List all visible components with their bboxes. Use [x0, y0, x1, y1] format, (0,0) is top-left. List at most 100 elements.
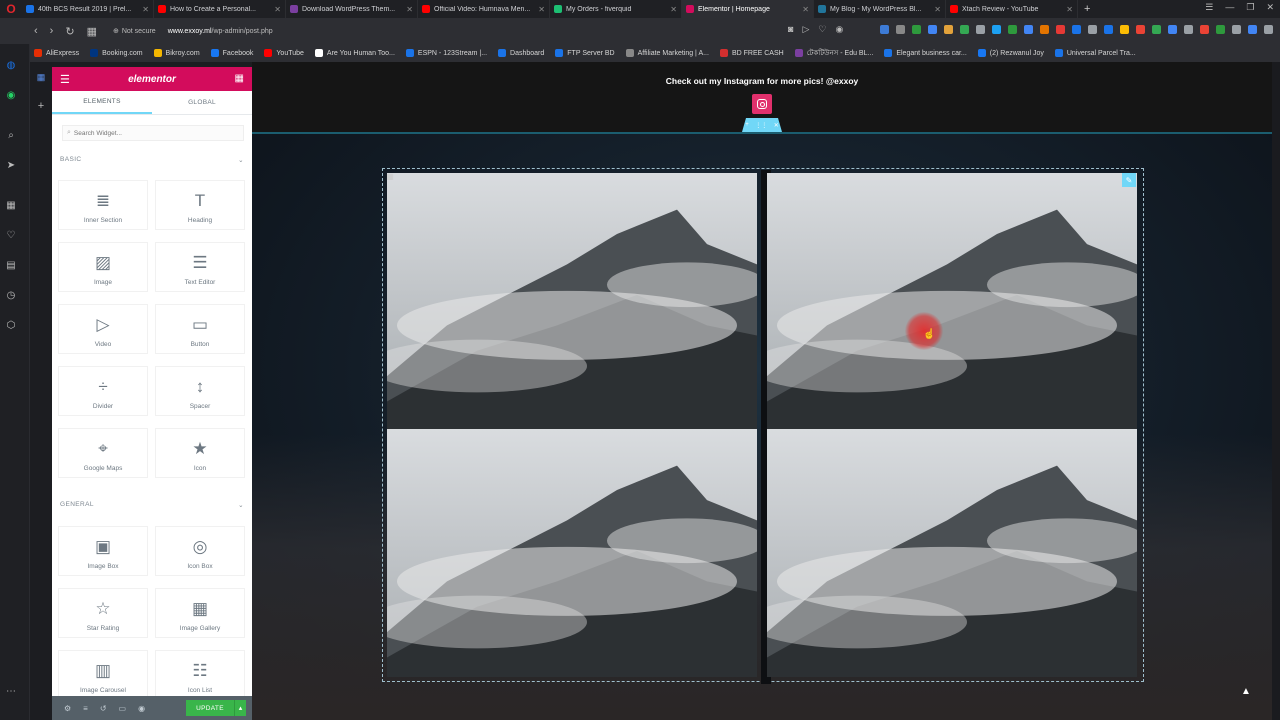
- add-section-icon[interactable]: +: [745, 122, 749, 128]
- browser-tab[interactable]: Elementor | Homepage ✕: [682, 0, 814, 18]
- delete-section-icon[interactable]: ✕: [774, 122, 779, 129]
- bookmark-item[interactable]: FTP Server BD: [555, 49, 615, 57]
- gallery-image[interactable]: [767, 173, 1137, 429]
- close-tab-icon[interactable]: ✕: [934, 5, 941, 14]
- tabs-grid-icon[interactable]: ▦: [87, 25, 97, 38]
- browser-tab[interactable]: Xtach Review - YouTube ✕: [946, 0, 1078, 18]
- gallery-widget[interactable]: [382, 168, 1144, 684]
- new-tab-button[interactable]: +: [1084, 3, 1090, 15]
- widget-image[interactable]: ▨ Image: [58, 242, 148, 292]
- widget-icon-box[interactable]: ◎ Icon Box: [155, 526, 245, 576]
- widgets-grid-icon[interactable]: ▦: [235, 73, 244, 84]
- extension-icon[interactable]: [1184, 25, 1193, 34]
- bookmark-item[interactable]: Dashboard: [498, 49, 544, 57]
- widget-heading[interactable]: T Heading: [155, 180, 245, 230]
- widget-button[interactable]: ▭ Button: [155, 304, 245, 354]
- send-icon[interactable]: ➤: [4, 158, 18, 172]
- browser-tab[interactable]: Official Video: Humnava Men... ✕: [418, 0, 550, 18]
- hamburger-menu-icon[interactable]: ☰: [60, 73, 70, 86]
- extension-icon[interactable]: [960, 25, 969, 34]
- reload-icon[interactable]: ↻: [65, 25, 74, 38]
- messenger-icon[interactable]: ◍: [4, 58, 18, 72]
- preview-eye-icon[interactable]: ◉: [138, 704, 145, 713]
- edit-widget-pencil-icon[interactable]: ✎: [1122, 173, 1136, 187]
- browser-tab[interactable]: 40th BCS Result 2019 | Prel... ✕: [22, 0, 154, 18]
- extension-icon[interactable]: [1040, 25, 1049, 34]
- back-icon[interactable]: ‹: [34, 25, 38, 38]
- gallery-image[interactable]: [387, 429, 757, 677]
- extension-icon[interactable]: [1008, 25, 1017, 34]
- close-tab-icon[interactable]: ✕: [538, 5, 545, 14]
- extension-icon[interactable]: [1200, 25, 1209, 34]
- update-options-icon[interactable]: ▴: [234, 700, 246, 716]
- widget-image-box[interactable]: ▣ Image Box: [58, 526, 148, 576]
- history-icon[interactable]: ↺: [100, 704, 107, 713]
- drag-section-icon[interactable]: ⋮⋮: [755, 122, 767, 129]
- category-general[interactable]: GENERAL ⌄: [60, 501, 244, 509]
- bookmark-item[interactable]: Bikroy.com: [153, 49, 200, 57]
- bookmark-item[interactable]: Booking.com: [90, 49, 143, 57]
- bookmark-item[interactable]: (2) Rezwanul Joy: [977, 49, 1044, 57]
- category-basic[interactable]: BASIC ⌄: [60, 156, 244, 164]
- bookmark-item[interactable]: Are You Human Too...: [314, 49, 395, 57]
- extension-icon[interactable]: [1056, 25, 1065, 34]
- bookmark-item[interactable]: Facebook: [210, 49, 253, 57]
- section-handle[interactable]: + ⋮⋮ ✕: [742, 118, 782, 132]
- url-field[interactable]: www.exxoy.ml/wp-admin/post.php: [168, 28, 273, 35]
- extension-icon[interactable]: [1152, 25, 1161, 34]
- close-tab-icon[interactable]: ✕: [142, 5, 149, 14]
- widget-star-rating[interactable]: ☆ Star Rating: [58, 588, 148, 638]
- widget-inner-section[interactable]: ≣ Inner Section: [58, 180, 148, 230]
- widget-icon-list[interactable]: ☷ Icon List: [155, 650, 245, 700]
- extension-icon[interactable]: [1120, 25, 1129, 34]
- bookmark-item[interactable]: ESPN - 123Stream |...: [405, 49, 487, 57]
- close-tab-icon[interactable]: ✕: [1066, 5, 1073, 14]
- extension-icon[interactable]: [1216, 25, 1225, 34]
- bookmark-item[interactable]: YouTube: [264, 49, 304, 57]
- widget-image-gallery[interactable]: ▦ Image Gallery: [155, 588, 245, 638]
- scroll-to-top-icon[interactable]: ▲: [1239, 684, 1253, 698]
- camera-icon[interactable]: ◙: [788, 24, 793, 35]
- widget-spacer[interactable]: ↕ Spacer: [155, 366, 245, 416]
- extension-icon[interactable]: [1168, 25, 1177, 34]
- tab-elements[interactable]: ELEMENTS: [52, 91, 152, 114]
- close-tab-icon[interactable]: ✕: [274, 5, 281, 14]
- history-icon[interactable]: ◷: [4, 288, 18, 302]
- widget-image-carousel[interactable]: ▥ Image Carousel: [58, 650, 148, 700]
- bookmark-item[interactable]: Universal Parcel Tra...: [1054, 49, 1136, 57]
- extension-icon[interactable]: [976, 25, 985, 34]
- settings-icon[interactable]: ⚙: [64, 704, 71, 713]
- admin-icon[interactable]: ▦: [30, 72, 52, 88]
- heart-icon[interactable]: ♡: [818, 24, 826, 35]
- widget-icon[interactable]: ★ Icon: [155, 428, 245, 478]
- widget-divider[interactable]: ÷ Divider: [58, 366, 148, 416]
- play-icon[interactable]: ▷: [802, 24, 809, 35]
- search-icon[interactable]: ⌕: [4, 128, 18, 142]
- browser-tab[interactable]: Download WordPress Them... ✕: [286, 0, 418, 18]
- apps-grid-icon[interactable]: ▦: [4, 198, 18, 212]
- forward-icon[interactable]: ›: [50, 25, 54, 38]
- close-icon[interactable]: ✕: [1266, 2, 1274, 13]
- close-tab-icon[interactable]: ✕: [406, 5, 413, 14]
- maximize-icon[interactable]: ❐: [1246, 2, 1254, 13]
- menu-icon[interactable]: ☰: [1205, 2, 1213, 13]
- extension-icon[interactable]: [1264, 25, 1273, 34]
- extension-icon[interactable]: [912, 25, 921, 34]
- close-tab-icon[interactable]: ✕: [670, 5, 677, 14]
- extension-icon[interactable]: [992, 25, 1001, 34]
- extension-icon[interactable]: [1072, 25, 1081, 34]
- add-icon[interactable]: +: [30, 100, 52, 116]
- news-icon[interactable]: ▤: [4, 258, 18, 272]
- more-icon[interactable]: ⋯: [4, 684, 18, 698]
- extension-icon[interactable]: [1248, 25, 1257, 34]
- extension-icon[interactable]: [1024, 25, 1033, 34]
- tab-global[interactable]: GLOBAL: [152, 91, 252, 114]
- extension-icon[interactable]: [944, 25, 953, 34]
- security-indicator[interactable]: ⊕ Not secure: [113, 27, 156, 36]
- bookmark-item[interactable]: AliExpress: [34, 49, 79, 57]
- bookmark-item[interactable]: টেকটিউনস - Edu BL...: [794, 47, 873, 59]
- responsive-icon[interactable]: ▭: [119, 704, 127, 713]
- close-tab-icon[interactable]: ✕: [802, 5, 809, 14]
- browser-tab[interactable]: How to Create a Personal... ✕: [154, 0, 286, 18]
- gallery-image[interactable]: [767, 429, 1137, 677]
